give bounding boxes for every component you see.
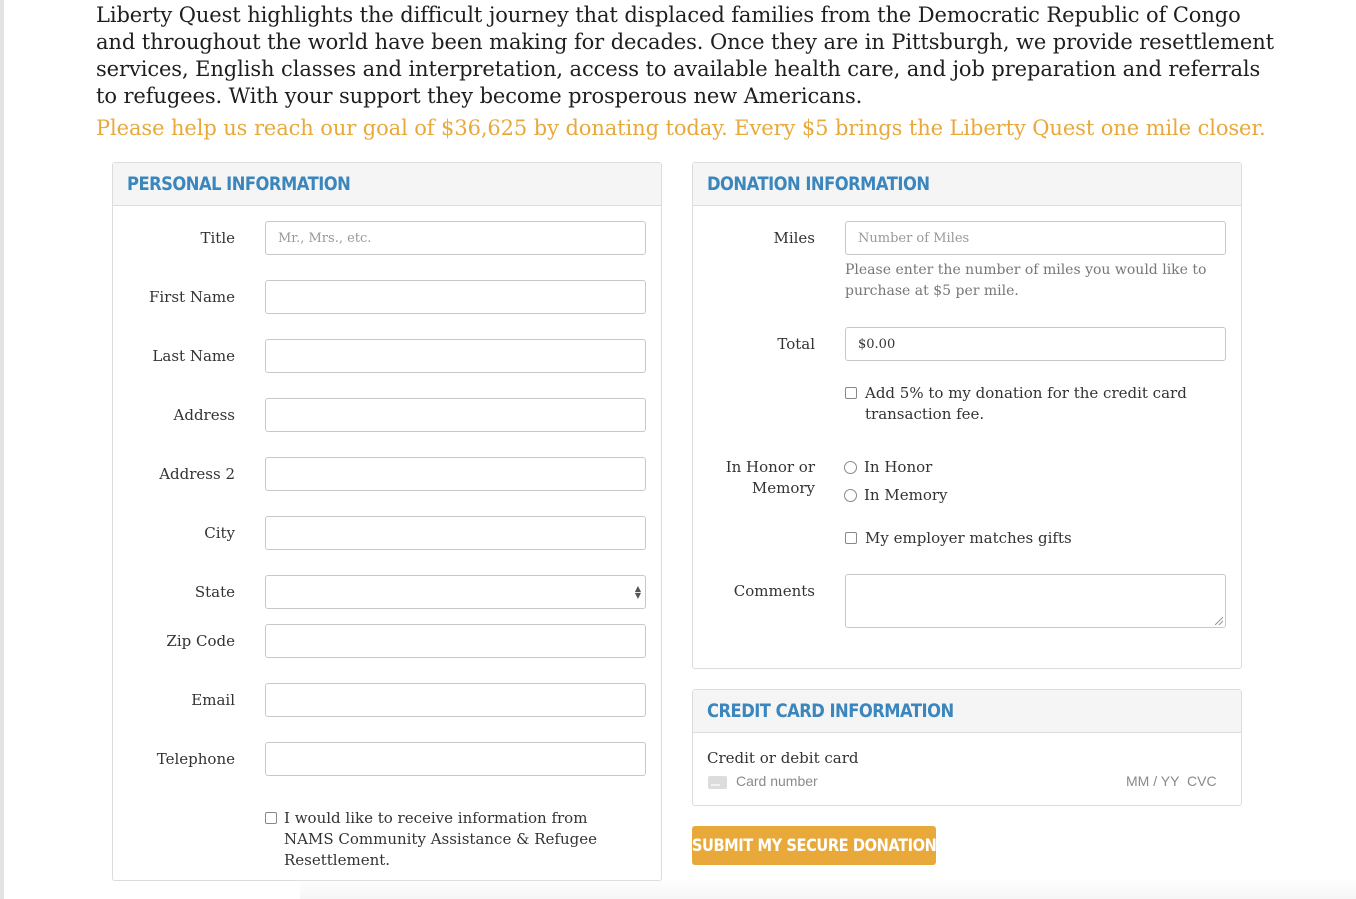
intro-paragraph: Liberty Quest highlights the difficult j… — [96, 3, 1275, 108]
email-label: Email — [191, 691, 235, 709]
employer-match-checkbox[interactable] — [845, 532, 857, 544]
last-name-field[interactable] — [265, 339, 646, 373]
optin-text: I would like to receive information from… — [284, 809, 597, 869]
fee-checkbox[interactable] — [845, 387, 857, 399]
personal-information-heading: PERSONAL INFORMATION — [127, 173, 351, 195]
credit-card-icon — [708, 776, 727, 789]
honor-memory-label: In Honor or Memory — [725, 458, 815, 497]
goal-callout: Please help us reach our goal of $36,625… — [96, 116, 1266, 140]
personal-information-header: PERSONAL INFORMATION — [113, 163, 661, 206]
comments-textarea[interactable] — [845, 574, 1226, 628]
optin-checkbox[interactable] — [265, 812, 277, 824]
state-select[interactable]: ▲ ▼ — [265, 575, 646, 609]
employer-match-text: My employer matches gifts — [865, 529, 1072, 547]
miles-field[interactable]: Number of Miles — [845, 221, 1226, 255]
in-memory-label: In Memory — [864, 486, 948, 504]
donation-information-heading: DONATION INFORMATION — [707, 173, 930, 195]
address-label: Address — [173, 406, 235, 424]
card-cvc-input[interactable]: CVC — [1187, 771, 1217, 792]
card-expiry-input[interactable]: MM / YY — [1126, 771, 1179, 792]
select-arrows-icon: ▲ ▼ — [634, 584, 641, 600]
credit-card-heading: CREDIT CARD INFORMATION — [707, 700, 954, 722]
title-label: Title — [200, 229, 235, 247]
card-element[interactable]: Card number MM / YY CVC — [707, 771, 1222, 793]
zip-label: Zip Code — [166, 632, 235, 650]
submit-donation-label: SUBMIT MY SECURE DONATION — [691, 835, 937, 856]
address-field[interactable] — [265, 398, 646, 432]
miles-label: Miles — [773, 229, 815, 247]
page-left-edge — [0, 0, 4, 899]
city-label: City — [204, 524, 235, 542]
in-honor-label: In Honor — [864, 458, 933, 476]
title-field[interactable]: Mr., Mrs., etc. — [265, 221, 646, 255]
telephone-field[interactable] — [265, 742, 646, 776]
card-number-input[interactable]: Card number — [736, 771, 818, 792]
card-label: Credit or debit card — [707, 749, 859, 767]
state-label: State — [194, 583, 235, 601]
total-field[interactable]: $0.00 — [845, 327, 1226, 361]
in-memory-radio[interactable] — [844, 489, 857, 502]
donation-information-header: DONATION INFORMATION — [693, 163, 1241, 206]
address2-label: Address 2 — [159, 465, 235, 483]
in-honor-radio[interactable] — [844, 461, 857, 474]
email-field[interactable] — [265, 683, 646, 717]
page-bottom-shadow — [300, 878, 1356, 899]
fee-text: Add 5% to my donation for the credit car… — [865, 384, 1187, 423]
address2-field[interactable] — [265, 457, 646, 491]
resize-handle-icon[interactable] — [1215, 617, 1223, 625]
last-name-label: Last Name — [152, 347, 235, 365]
zip-field[interactable] — [265, 624, 646, 658]
first-name-field[interactable] — [265, 280, 646, 314]
city-field[interactable] — [265, 516, 646, 550]
submit-donation-button[interactable]: SUBMIT MY SECURE DONATION — [691, 826, 937, 865]
telephone-label: Telephone — [156, 750, 235, 768]
first-name-label: First Name — [148, 288, 235, 306]
comments-label: Comments — [733, 582, 815, 600]
miles-help-text: Please enter the number of miles you wou… — [845, 262, 1207, 299]
total-label: Total — [777, 335, 815, 353]
credit-card-header: CREDIT CARD INFORMATION — [693, 690, 1241, 733]
